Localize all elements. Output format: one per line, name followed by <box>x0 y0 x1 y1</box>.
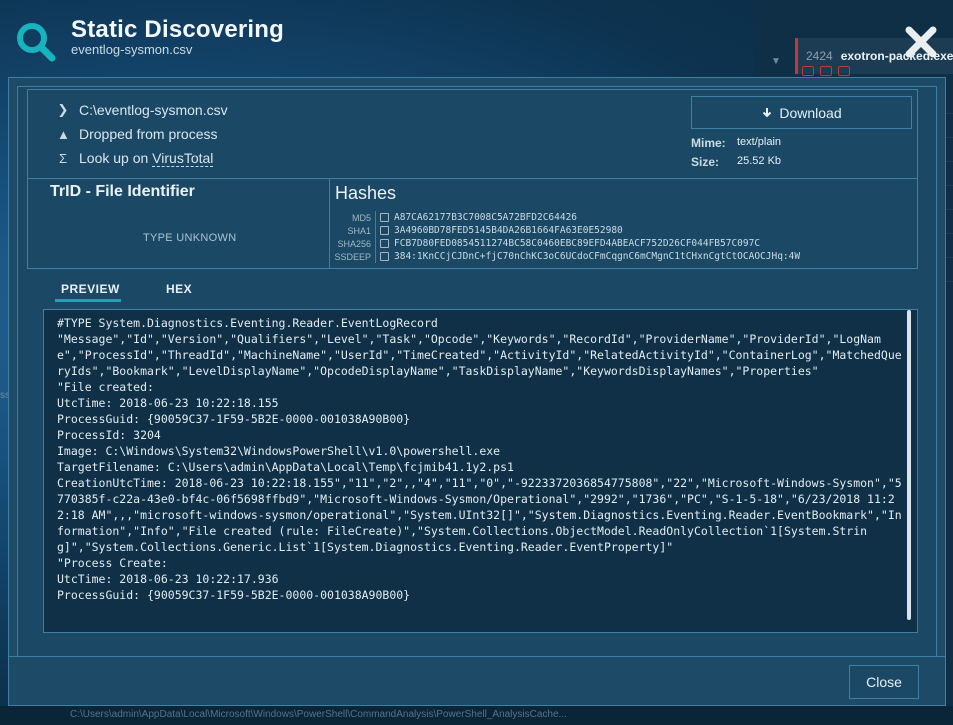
close-icon[interactable] <box>903 24 939 60</box>
scrollbar-thumb[interactable] <box>907 310 911 620</box>
process-flags <box>802 66 850 76</box>
size-label: Size: <box>691 155 720 169</box>
copy-icon[interactable] <box>380 239 389 248</box>
hash-value: 3A4960BD78FED5145B4DA26B1664FA63E0E52980 <box>394 225 623 236</box>
download-icon <box>763 107 772 117</box>
virustotal-link[interactable]: VirusTotal <box>152 150 214 167</box>
hash-key: SHA256 <box>337 238 371 249</box>
dialog-title: Static Discovering <box>71 16 285 43</box>
preview-scrollbar[interactable] <box>907 310 913 632</box>
copy-icon[interactable] <box>380 213 389 222</box>
search-icon <box>17 23 56 62</box>
hash-row-ssdeep: SSDEEP 384:1KnCCjCJDnC+fjC70nChKC3oC6UCd… <box>330 250 800 263</box>
copy-icon[interactable] <box>380 252 389 261</box>
trid-value: TYPE UNKNOWN <box>143 232 237 244</box>
dialog-subtitle: eventlog-sysmon.csv <box>71 42 193 57</box>
preview-text: #TYPE System.Diagnostics.Eventing.Reader… <box>57 316 902 602</box>
mime-label: Mime: <box>691 136 726 150</box>
chevron-down-icon: ▼ <box>771 56 781 67</box>
dropped-from-process-row[interactable]: ▲ Dropped from process <box>57 126 218 142</box>
footer-divider <box>9 656 945 657</box>
size-value: 25.52 Kb <box>737 155 782 167</box>
sigma-icon: Σ <box>58 150 68 166</box>
hash-key: SSDEEP <box>334 251 371 262</box>
divider <box>28 178 917 179</box>
hash-key: SHA1 <box>347 225 371 236</box>
tab-hex[interactable]: HEX <box>166 282 192 296</box>
tab-active-indicator <box>55 299 121 302</box>
chevron-right-icon: ❯ <box>57 102 69 117</box>
file-preview[interactable]: #TYPE System.Diagnostics.Eventing.Reader… <box>43 309 918 633</box>
mime-value: text/plain <box>737 136 782 148</box>
hash-value: FCB7D80FED0854511274BC58C0460EBC89EFD4AB… <box>394 238 761 249</box>
hash-value: 384:1KnCCjCJDnC+fjC70nChKC3oC6UCdoCFmCqg… <box>394 251 801 262</box>
trid-title: TrID - File Identifier <box>50 183 195 200</box>
hashes-title: Hashes <box>335 183 397 203</box>
download-button[interactable]: Download <box>691 96 912 129</box>
hash-row-sha256: SHA256 FCB7D80FED0854511274BC58C0460EBC8… <box>330 237 760 250</box>
mime-row: Mime: text/plain <box>691 136 781 150</box>
hash-row-sha1: SHA1 3A4960BD78FED5145B4DA26B1664FA63E0E… <box>330 224 623 237</box>
close-button[interactable]: Close <box>849 665 919 699</box>
file-path: C:\eventlog-sysmon.csv <box>79 102 228 118</box>
process-id: 2424 <box>806 49 833 63</box>
dropped-label: Dropped from process <box>79 126 218 142</box>
download-label: Download <box>779 104 842 121</box>
copy-icon[interactable] <box>380 226 389 235</box>
hash-row-md5: MD5 A87CA62177B3C7008C5A72BFD2C64426 <box>330 211 577 224</box>
warning-icon: ▲ <box>57 126 70 142</box>
hash-key: MD5 <box>351 212 371 223</box>
hash-value: A87CA62177B3C7008C5A72BFD2C64426 <box>394 212 578 223</box>
background-status-path: C:\Users\admin\AppData\Local\Microsoft\W… <box>0 706 953 725</box>
tab-preview[interactable]: PREVIEW <box>61 282 120 296</box>
file-path-row[interactable]: ❯ C:\eventlog-sysmon.csv <box>57 102 228 118</box>
size-row: Size: 25.52 Kb <box>691 155 781 169</box>
virustotal-row: Σ Look up on VirusTotal <box>57 150 214 167</box>
virustotal-prefix: Look up on <box>79 150 153 166</box>
